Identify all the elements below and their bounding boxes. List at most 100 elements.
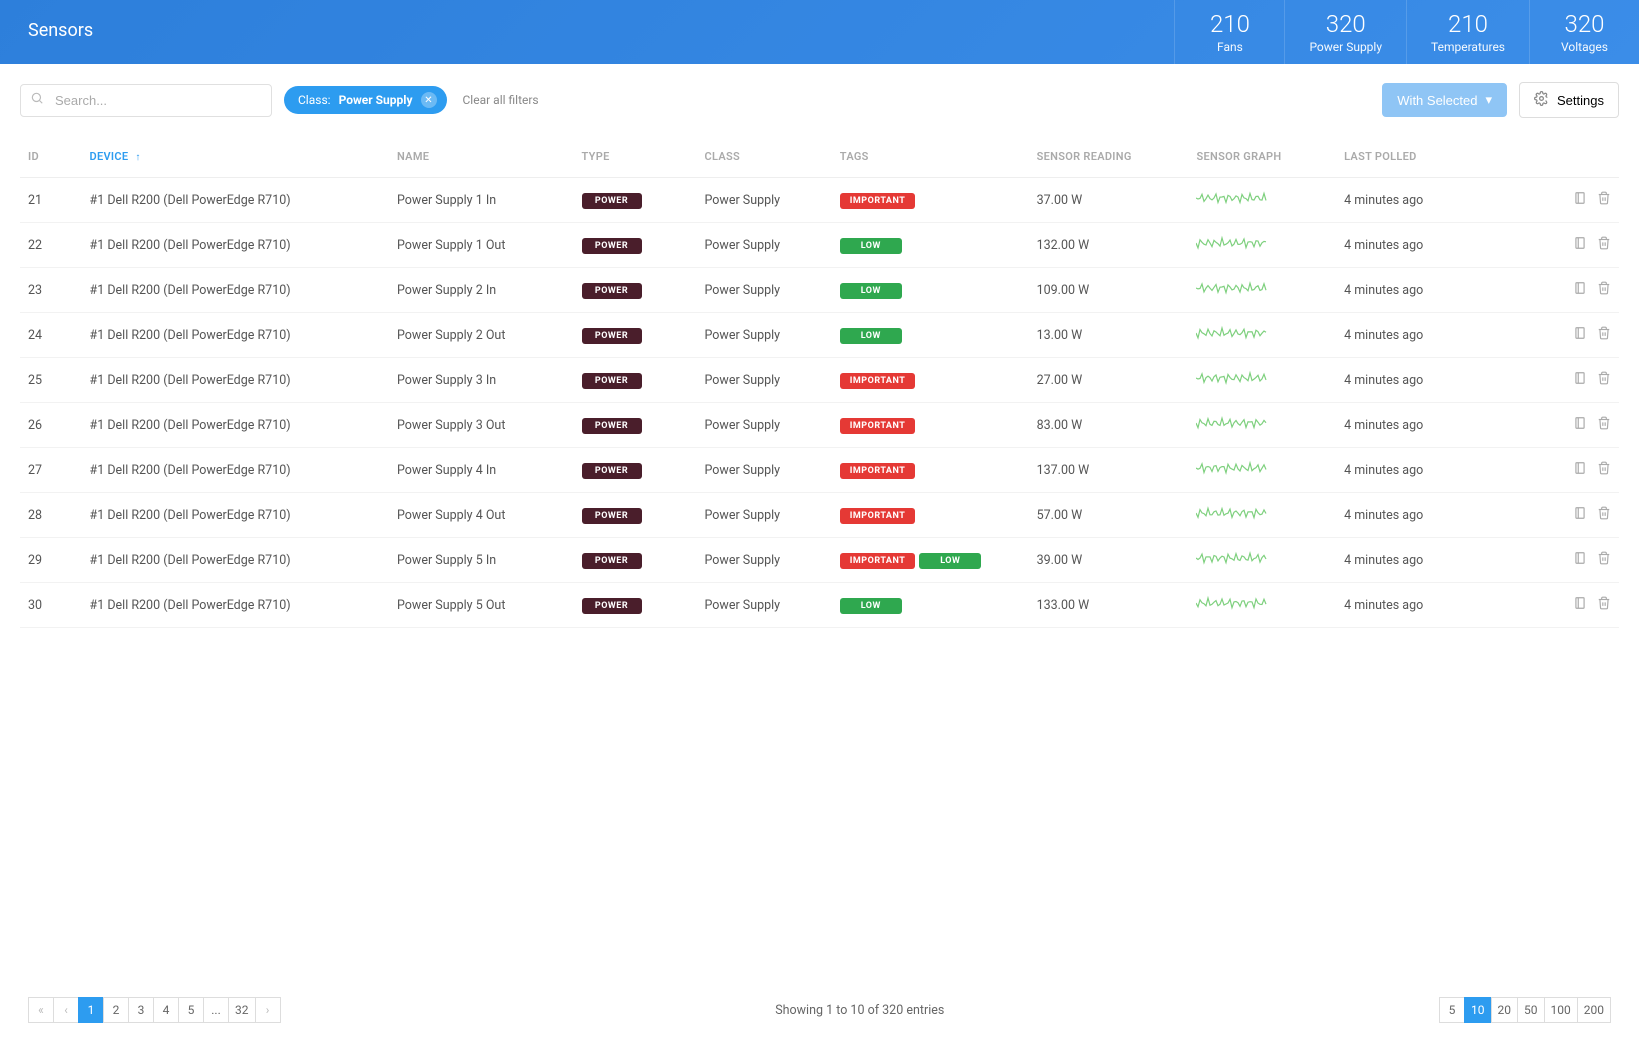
close-icon[interactable]: ✕ [421,92,437,108]
table-row[interactable]: 29#1 Dell R200 (Dell PowerEdge R710)Powe… [20,538,1619,583]
cell-id: 30 [20,583,82,628]
page-button[interactable]: 3 [128,997,154,1023]
note-icon[interactable] [1573,415,1587,431]
page-size-button[interactable]: 5 [1439,997,1465,1023]
note-icon[interactable] [1573,235,1587,251]
col-type[interactable]: TYPE [574,136,697,178]
table-row[interactable]: 30#1 Dell R200 (Dell PowerEdge R710) Powe… [20,583,1619,628]
stat-box[interactable]: 320Power Supply [1284,0,1406,64]
note-icon[interactable] [1573,280,1587,296]
cell-device[interactable]: #1 Dell R200 (Dell PowerEdge R710) [82,448,390,493]
cell-type: POWER [574,268,697,313]
page-size-button[interactable]: 50 [1517,997,1545,1023]
cell-name: Power Supply 2 In [389,268,574,313]
trash-icon[interactable] [1597,235,1611,251]
page-button[interactable]: ... [203,997,229,1023]
cell-device[interactable]: #1 Dell R200 (Dell PowerEdge R710) [82,223,390,268]
cell-reading: 27.00 W [1029,358,1189,403]
cell-actions [1533,448,1619,493]
cell-device[interactable]: #1 Dell R200 (Dell PowerEdge R710) [82,178,390,223]
col-device[interactable]: DEVICE ↑ [82,136,390,178]
cell-type: POWER [574,538,697,583]
tag-important-badge: IMPORTANT [840,463,915,479]
cell-class: Power Supply [697,583,832,628]
table-row[interactable]: 25#1 Dell R200 (Dell PowerEdge R710)Powe… [20,358,1619,403]
trash-icon[interactable] [1597,370,1611,386]
cell-id: 28 [20,493,82,538]
trash-icon[interactable] [1597,325,1611,341]
trash-icon[interactable] [1597,460,1611,476]
page-button[interactable]: 4 [153,997,179,1023]
sparkline [1196,415,1268,431]
page-first-button[interactable]: « [28,997,54,1023]
trash-icon[interactable] [1597,280,1611,296]
cell-polled: 4 minutes ago [1336,538,1533,583]
stat-box[interactable]: 210Fans [1174,0,1284,64]
stat-value: 210 [1431,10,1505,38]
cell-type: POWER [574,358,697,403]
filter-chip-class[interactable]: Class: Power Supply ✕ [284,86,447,114]
table-row[interactable]: 23#1 Dell R200 (Dell PowerEdge R710)Powe… [20,268,1619,313]
table-row[interactable]: 26#1 Dell R200 (Dell PowerEdge R710)Powe… [20,403,1619,448]
col-polled[interactable]: LAST POLLED [1336,136,1533,178]
cell-id: 22 [20,223,82,268]
cell-device[interactable]: #1 Dell R200 (Dell PowerEdge R710) [82,358,390,403]
trash-icon[interactable] [1597,415,1611,431]
page-next-button[interactable]: › [255,997,281,1023]
col-tags[interactable]: TAGS [832,136,1029,178]
stat-box[interactable]: 210Temperatures [1406,0,1529,64]
page-button[interactable]: 5 [178,997,204,1023]
trash-icon[interactable] [1597,505,1611,521]
table-row[interactable]: 27#1 Dell R200 (Dell PowerEdge R710)Powe… [20,448,1619,493]
table-row[interactable]: 21#1 Dell R200 (Dell PowerEdge R710)Powe… [20,178,1619,223]
cell-name: Power Supply 1 In [389,178,574,223]
note-icon[interactable] [1573,460,1587,476]
col-reading[interactable]: SENSOR READING [1029,136,1189,178]
cell-polled: 4 minutes ago [1336,178,1533,223]
with-selected-button[interactable]: With Selected ▾ [1382,83,1507,117]
note-icon[interactable] [1573,325,1587,341]
type-badge: POWER [582,283,642,299]
cell-reading: 133.00 W [1029,583,1189,628]
note-icon[interactable] [1573,190,1587,206]
trash-icon[interactable] [1597,550,1611,566]
trash-icon[interactable] [1597,190,1611,206]
note-icon[interactable] [1573,370,1587,386]
clear-filters-link[interactable]: Clear all filters [463,93,539,107]
stat-box[interactable]: 320Voltages [1529,0,1639,64]
cell-device[interactable]: #1 Dell R200 (Dell PowerEdge R710) [82,538,390,583]
col-id[interactable]: ID [20,136,82,178]
page-size-button[interactable]: 20 [1491,997,1519,1023]
page-size-button[interactable]: 200 [1577,997,1611,1023]
cell-polled: 4 minutes ago [1336,583,1533,628]
cell-id: 26 [20,403,82,448]
col-name[interactable]: NAME [389,136,574,178]
search-input[interactable] [20,84,272,117]
stat-label: Fans [1199,40,1260,54]
col-class[interactable]: CLASS [697,136,832,178]
page-size-button[interactable]: 100 [1544,997,1578,1023]
note-icon[interactable] [1573,595,1587,611]
table-row[interactable]: 24#1 Dell R200 (Dell PowerEdge R710)Powe… [20,313,1619,358]
cell-device[interactable]: #1 Dell R200 (Dell PowerEdge R710) [82,313,390,358]
settings-button[interactable]: Settings [1519,82,1619,118]
table-row[interactable]: 22#1 Dell R200 (Dell PowerEdge R710)Powe… [20,223,1619,268]
page-button[interactable]: 2 [103,997,129,1023]
cell-device[interactable]: #1 Dell R200 (Dell PowerEdge R710) [82,583,390,628]
cell-graph [1188,493,1336,538]
cell-actions [1533,538,1619,583]
table-row[interactable]: 28#1 Dell R200 (Dell PowerEdge R710)Powe… [20,493,1619,538]
note-icon[interactable] [1573,505,1587,521]
cell-device[interactable]: #1 Dell R200 (Dell PowerEdge R710) [82,403,390,448]
page-prev-button[interactable]: ‹ [53,997,79,1023]
trash-icon[interactable] [1597,595,1611,611]
cell-device[interactable]: #1 Dell R200 (Dell PowerEdge R710) [82,268,390,313]
cell-device[interactable]: #1 Dell R200 (Dell PowerEdge R710) [82,493,390,538]
page-button[interactable]: 1 [78,997,104,1023]
page-button[interactable]: 32 [228,997,256,1023]
col-graph[interactable]: SENSOR GRAPH [1188,136,1336,178]
cell-actions [1533,403,1619,448]
cell-actions [1533,358,1619,403]
note-icon[interactable] [1573,550,1587,566]
page-size-button[interactable]: 10 [1464,997,1492,1023]
